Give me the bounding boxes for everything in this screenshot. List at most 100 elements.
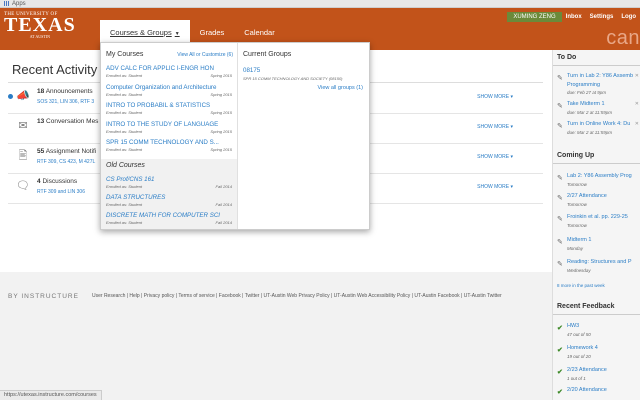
old-courses-title: Old Courses: [106, 162, 145, 169]
course-enrollment: Enrolled as: Student: [106, 184, 143, 189]
activity-label: Assignment Notifi: [45, 148, 97, 155]
course-name: ADV CALC FOR APPLIC I-ENGR HON: [106, 65, 214, 72]
activity-title: 18 Announcements: [37, 88, 93, 95]
unread-dot: [8, 94, 13, 99]
course-term: Spring 2015: [210, 73, 232, 78]
old-course-item[interactable]: CS Prof/CNS 161 Enrolled as: Student Fal…: [106, 176, 232, 189]
group-link[interactable]: 08175: [243, 67, 260, 74]
course-item[interactable]: SPR 15 COMM TECHNOLOGY AND S... Enrolled…: [106, 139, 232, 152]
course-name: DATA STRUCTURES: [106, 194, 166, 201]
show-more-button[interactable]: SHOW MORE ▾: [477, 94, 513, 100]
todo-date: due: Mar 2 at 11:59pm: [567, 110, 612, 115]
feedback-title: Homework 4: [567, 345, 598, 351]
course-item[interactable]: ADV CALC FOR APPLIC I-ENGR HON Enrolled …: [106, 65, 232, 78]
activity-count: 55: [37, 148, 45, 155]
course-term: Spring 2015: [210, 129, 232, 134]
megaphone-icon: 📣: [16, 90, 30, 102]
coming-up-title: Reading: Structures and P: [567, 259, 632, 265]
show-more-label: SHOW MORE: [477, 124, 510, 130]
checkmark-icon: ✔: [557, 369, 563, 376]
show-more-label: SHOW MORE: [477, 154, 510, 160]
coming-up-date: Tomorrow: [567, 182, 587, 187]
inbox-link[interactable]: Inbox: [562, 12, 586, 22]
apps-grid-icon[interactable]: [4, 1, 9, 6]
course-item[interactable]: INTRO TO THE STUDY OF LANGUAGE Enrolled …: [106, 121, 232, 134]
group-course: SPR 15 COMM TECHNOLOGY AND SOCIETY (0815…: [243, 76, 343, 81]
todo-divider: [553, 65, 640, 66]
coming-up-title: 2/27 Attendance: [567, 193, 607, 199]
show-more-button[interactable]: SHOW MORE ▾: [477, 154, 513, 160]
old-courses-heading: Old Courses: [106, 162, 145, 169]
activity-courses-link[interactable]: SOS 321, LIN 306, RTF 3: [37, 99, 94, 105]
assignment-icon: ✎: [557, 195, 563, 202]
old-course-item[interactable]: DATA STRUCTURES Enrolled as: Student Fal…: [106, 194, 232, 207]
course-name: Computer Organization and Architecture: [106, 84, 217, 91]
coming-up-date: Tomorrow: [567, 202, 587, 207]
recent-feedback-heading: Recent Feedback: [557, 303, 615, 310]
todo-title: Turn in Lab 2: Y86 Assemb: [567, 73, 634, 79]
nav-courses-groups-label: Courses & Groups: [110, 28, 172, 37]
todo-title-line2: Programming: [567, 82, 601, 88]
checkmark-icon: ✔: [557, 347, 563, 354]
feedback-title: HW3: [567, 323, 580, 329]
dismiss-icon[interactable]: ✕: [635, 121, 639, 127]
show-more-button[interactable]: SHOW MORE ▾: [477, 184, 513, 190]
coming-up-date: Wednesday: [567, 268, 591, 273]
course-term: Fall 2014: [215, 184, 232, 189]
show-more-button[interactable]: SHOW MORE ▾: [477, 124, 513, 130]
ut-logo[interactable]: THE UNIVERSITY OF TEXAS AT AUSTIN: [4, 12, 76, 39]
assignment-icon: ✎: [557, 261, 563, 268]
todo-title: Take Midterm 1: [567, 101, 605, 107]
course-name: SPR 15 COMM TECHNOLOGY AND S...: [106, 139, 219, 146]
todo-date: due: Mar 2 at 11:59pm: [567, 130, 612, 135]
page-footer: BY INSTRUCTURE User Research | Help | Pr…: [0, 272, 552, 400]
course-item[interactable]: INTRO TO PROBABIL & STATISTICS Enrolled …: [106, 102, 232, 115]
activity-title: 13 Conversation Mes: [37, 118, 98, 125]
feedback-title: 2/20 Attendance: [567, 387, 607, 393]
assignment-icon: ✎: [557, 123, 563, 130]
feedback-score: 1 out of 1: [567, 376, 586, 381]
recent-feedback-divider: [553, 314, 640, 315]
feedback-title: 2/23 Attendance: [567, 367, 607, 373]
envelope-icon: ✉: [18, 120, 28, 132]
right-sidebar: To Do ✎ Turn in Lab 2: Y86 Assemb Progra…: [552, 50, 640, 400]
settings-link[interactable]: Settings: [586, 12, 618, 22]
assignment-icon: ✎: [557, 75, 563, 82]
course-item[interactable]: Computer Organization and Architecture E…: [106, 84, 232, 97]
coming-up-date: Tomorrow: [567, 223, 587, 228]
chevron-down-icon: ▼: [174, 31, 180, 37]
logo-big-text: TEXAS: [4, 14, 76, 36]
user-name-link[interactable]: XUMING ZENG: [507, 12, 562, 22]
course-term: Fall 2014: [215, 220, 232, 225]
browser-bookmarks-bar: Apps: [0, 0, 640, 8]
course-name: INTRO TO PROBABIL & STATISTICS: [106, 102, 211, 109]
instructure-logo[interactable]: BY INSTRUCTURE: [8, 293, 79, 300]
footer-links[interactable]: User Research | Help | Privacy policy | …: [92, 293, 502, 299]
dismiss-icon[interactable]: ✕: [635, 73, 639, 79]
course-name: CS Prof/CNS 161: [106, 176, 155, 183]
activity-courses-link[interactable]: RTF 309 and LIN 306: [37, 189, 85, 195]
more-in-past-week-link[interactable]: 8 more in the past week: [557, 283, 605, 288]
dismiss-icon[interactable]: ✕: [635, 101, 639, 107]
coming-up-title: Lab 2: Y86 Assembly Prog: [567, 173, 632, 179]
course-enrollment: Enrolled as: Student: [106, 202, 143, 207]
activity-courses-link[interactable]: RTF 309, CS 423, M 427L: [37, 159, 95, 165]
coming-up-heading: Coming Up: [557, 152, 595, 159]
view-all-courses-link[interactable]: View All or Customize (6): [177, 52, 233, 58]
activity-label: Discussions: [42, 178, 78, 185]
show-more-label: SHOW MORE: [477, 184, 510, 190]
user-menu: XUMING ZENG Inbox Settings Logo: [507, 12, 640, 22]
old-course-item[interactable]: DISCRETE MATH FOR COMPUTER SCI Enrolled …: [106, 212, 232, 225]
assignment-icon: 🖹: [18, 150, 28, 162]
courses-groups-dropdown: My Courses View All or Customize (6) ADV…: [100, 42, 370, 230]
course-name: INTRO TO THE STUDY OF LANGUAGE: [106, 121, 219, 128]
apps-label[interactable]: Apps: [12, 1, 26, 7]
feedback-score: 19 out of 20: [567, 354, 591, 359]
logout-link[interactable]: Logo: [617, 12, 640, 22]
my-courses-heading: My Courses: [106, 51, 144, 58]
assignment-icon: ✎: [557, 175, 563, 182]
activity-count: 4: [37, 178, 41, 185]
view-all-groups-link[interactable]: View all groups (1): [318, 85, 363, 91]
current-groups-column: Current Groups 08175 SPR 15 COMM TECHNOL…: [237, 43, 369, 229]
activity-count: 18: [37, 88, 45, 95]
